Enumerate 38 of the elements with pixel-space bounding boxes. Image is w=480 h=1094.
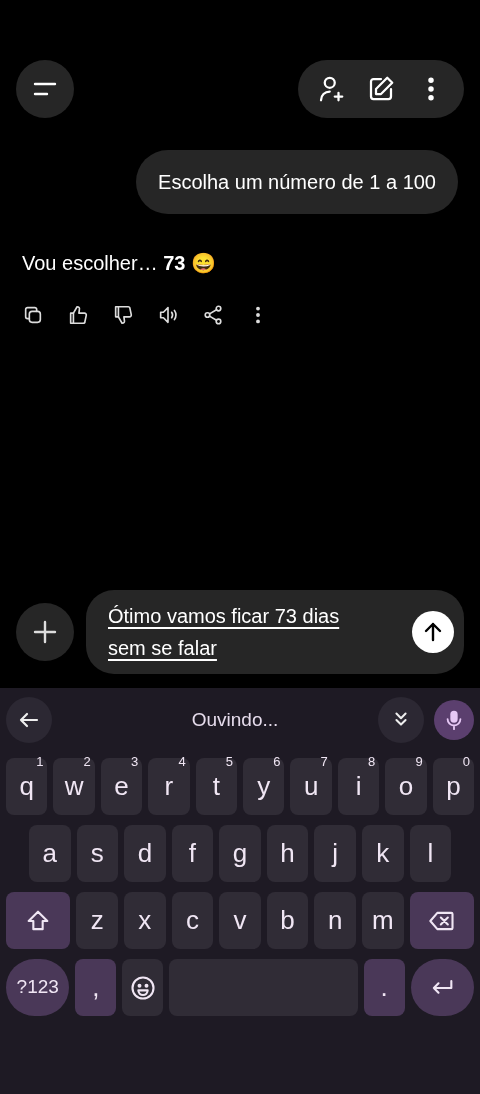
key[interactable]: d xyxy=(124,825,166,882)
thumbs-up-icon[interactable] xyxy=(67,304,89,326)
key[interactable]: b xyxy=(266,892,309,949)
key[interactable]: n xyxy=(314,892,356,949)
key[interactable]: f xyxy=(171,825,214,882)
shift-key[interactable] xyxy=(6,892,71,949)
key[interactable]: s xyxy=(76,825,119,882)
symbols-key[interactable]: ?123 xyxy=(6,959,70,1016)
key[interactable]: h xyxy=(266,825,309,882)
key[interactable]: g xyxy=(219,825,261,882)
message-field[interactable]: Ótimo vamos ficar 73 dias sem se falar xyxy=(86,590,464,674)
key[interactable]: z xyxy=(76,892,119,949)
speaker-icon[interactable] xyxy=(157,304,179,326)
key[interactable]: x xyxy=(124,892,166,949)
key[interactable]: c xyxy=(171,892,214,949)
emoji-key[interactable] xyxy=(122,959,164,1016)
back-button[interactable] xyxy=(6,697,52,743)
send-button[interactable] xyxy=(412,611,454,653)
key[interactable]: v xyxy=(219,892,261,949)
copy-icon[interactable] xyxy=(22,304,44,326)
plus-icon[interactable] xyxy=(32,619,58,645)
assistant-message: Vou escolher… 73 😄 xyxy=(22,251,217,276)
user-message: Escolha um número de 1 a 100 xyxy=(136,150,458,214)
mic-button[interactable] xyxy=(434,700,474,740)
key[interactable]: m xyxy=(361,892,404,949)
period-key[interactable]: . xyxy=(363,959,405,1016)
key[interactable]: l xyxy=(409,825,452,882)
key[interactable]: k xyxy=(361,825,404,882)
key[interactable]: j xyxy=(314,825,356,882)
emoji-icon xyxy=(128,973,157,1002)
share-icon[interactable] xyxy=(202,304,224,326)
backspace-key[interactable] xyxy=(409,892,474,949)
thumbs-down-icon[interactable] xyxy=(112,304,134,326)
enter-key[interactable] xyxy=(410,959,474,1016)
comma-key[interactable]: , xyxy=(75,959,117,1016)
collapse-button[interactable] xyxy=(378,697,424,743)
listening-status: Ouvindo... xyxy=(190,707,280,732)
key[interactable]: a xyxy=(29,825,71,882)
